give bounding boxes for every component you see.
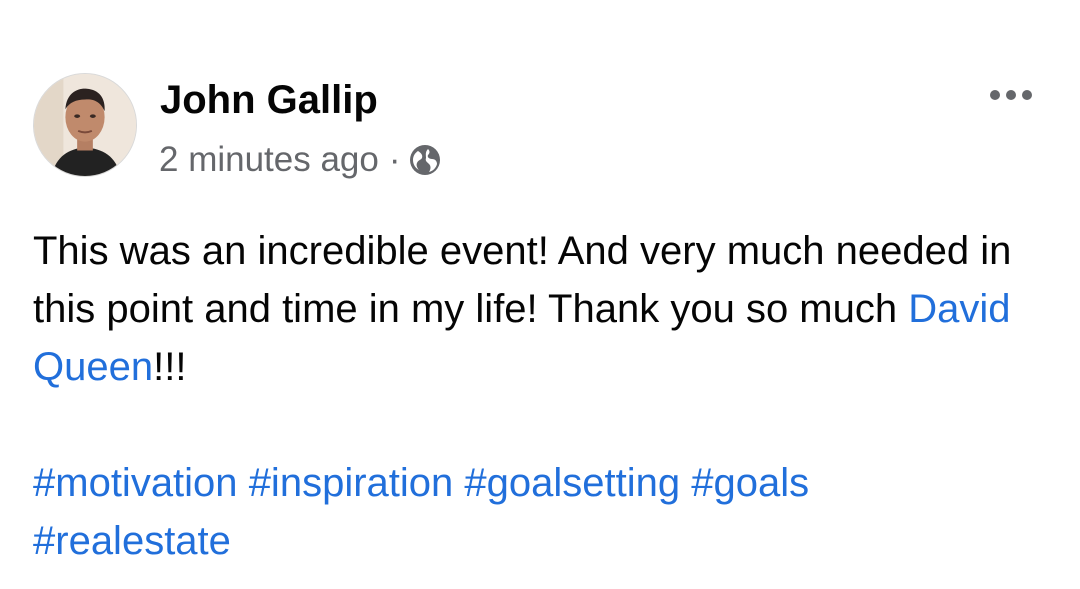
post-body-text: This was an incredible event! And very m…: [33, 229, 1012, 331]
hashtag-list: #motivation #inspiration #goalsetting #g…: [33, 454, 1063, 570]
hashtag-link[interactable]: #realestate: [33, 519, 231, 563]
author-name[interactable]: John Gallip: [160, 76, 378, 124]
more-options-icon[interactable]: [984, 80, 1038, 110]
globe-icon[interactable]: [409, 144, 441, 176]
post-body: This was an incredible event! And very m…: [33, 222, 1063, 396]
meta-separator: ·: [388, 140, 401, 179]
hashtag-link[interactable]: #goals: [691, 461, 809, 505]
more-dot: [1022, 90, 1032, 100]
post-card: John Gallip 2 minutes ago · This was an …: [0, 0, 1080, 589]
post-meta: 2 minutes ago ·: [159, 138, 441, 182]
hashtag-link[interactable]: #motivation: [33, 461, 238, 505]
more-dot: [1006, 90, 1016, 100]
hashtag-link[interactable]: #goalsetting: [464, 461, 680, 505]
post-timestamp[interactable]: 2 minutes ago: [159, 140, 379, 180]
avatar-photo: [34, 74, 136, 176]
hashtag-link[interactable]: #inspiration: [249, 461, 454, 505]
more-dot: [990, 90, 1000, 100]
author-avatar[interactable]: [33, 73, 137, 177]
post-body-exclaim: !!!: [153, 345, 187, 389]
